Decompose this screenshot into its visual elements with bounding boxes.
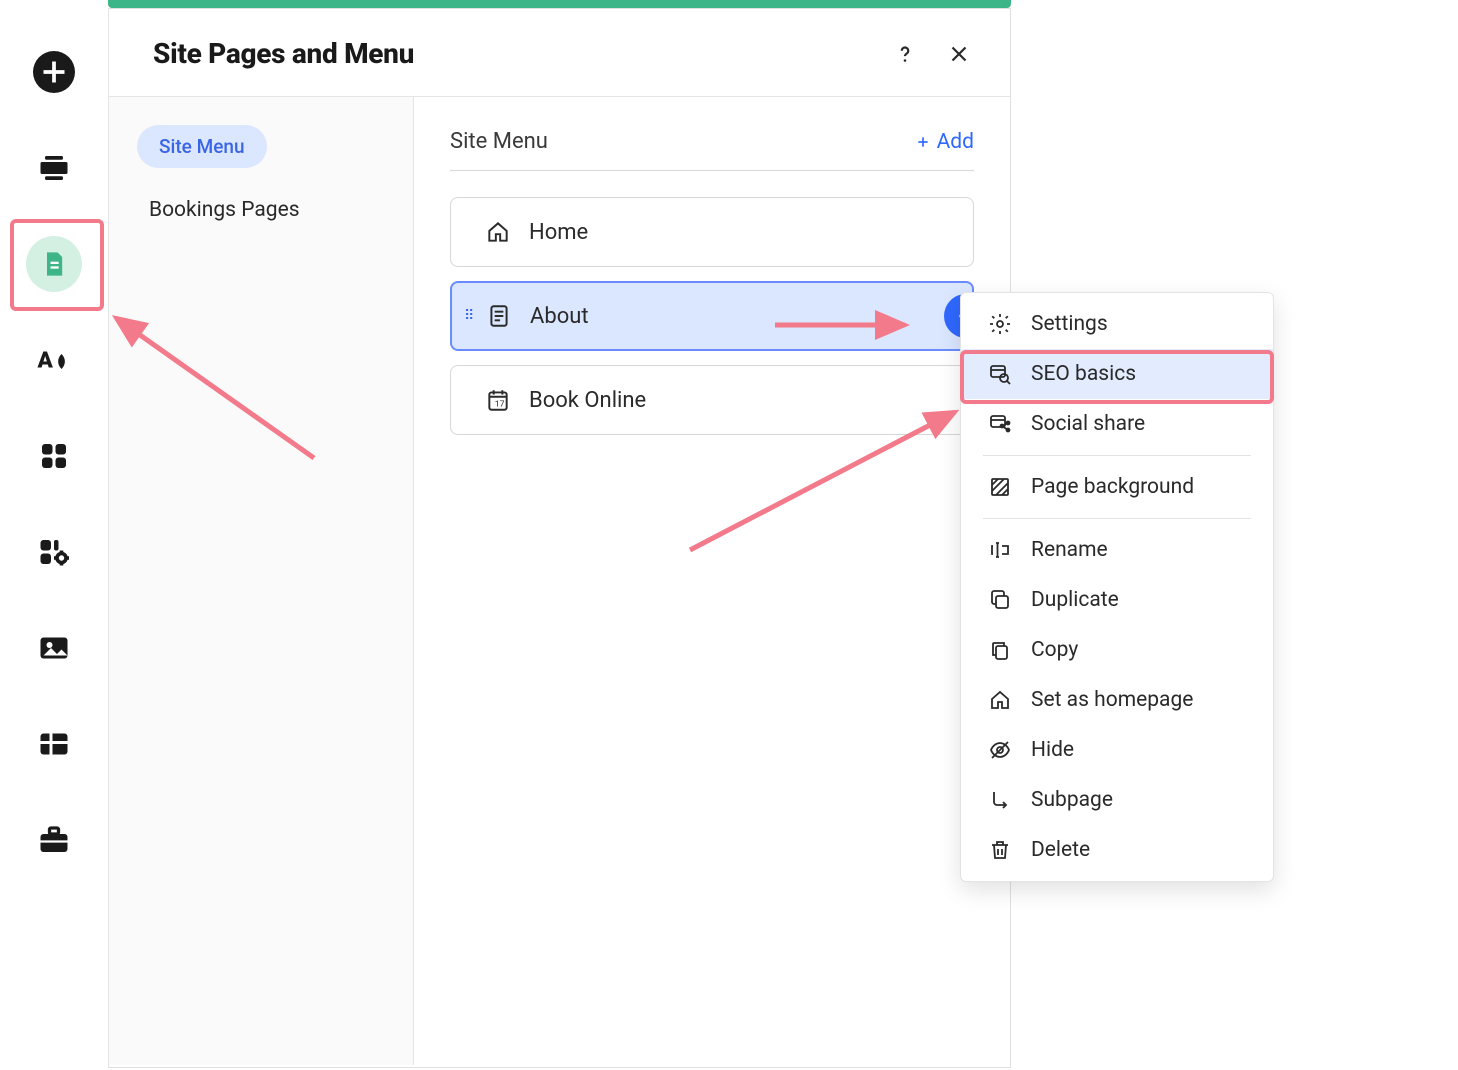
menu-label: Duplicate: [1031, 588, 1119, 612]
menu-item-page-background[interactable]: Page background: [961, 462, 1273, 512]
panel-title: Site Pages and Menu: [153, 37, 414, 70]
grid-icon: [36, 438, 72, 474]
sections-icon: [36, 150, 72, 186]
help-button[interactable]: [892, 41, 918, 67]
menu-label: Set as homepage: [1031, 688, 1193, 712]
menu-item-copy[interactable]: Copy: [961, 625, 1273, 675]
panel-right-content: Site Menu Add Home ⠿: [414, 97, 1010, 1065]
section-title: Site Menu: [450, 129, 548, 154]
page-item-about[interactable]: ⠿ About: [450, 281, 974, 351]
app-settings-button[interactable]: [26, 524, 82, 580]
gear-icon: [987, 312, 1013, 336]
page-label: About: [530, 304, 589, 329]
panel-header: Site Pages and Menu: [109, 9, 1010, 97]
menu-item-subpage[interactable]: Subpage: [961, 775, 1273, 825]
page-context-menu: Settings SEO basics Social share Page ba…: [960, 292, 1274, 882]
share-icon: [987, 412, 1013, 436]
business-button[interactable]: [26, 812, 82, 868]
tab-bookings-pages[interactable]: Bookings Pages: [129, 190, 393, 230]
menu-label: Rename: [1031, 538, 1108, 562]
theme-button[interactable]: A: [26, 332, 82, 388]
page-list: Home ⠿ About 17 Book Online: [450, 197, 974, 435]
page-item-home[interactable]: Home: [450, 197, 974, 267]
add-button[interactable]: [26, 44, 82, 100]
menu-label: Settings: [1031, 312, 1108, 336]
add-page-button[interactable]: Add: [915, 130, 974, 154]
drag-handle-icon[interactable]: ⠿: [464, 308, 474, 324]
trash-icon: [987, 838, 1013, 862]
menu-item-duplicate[interactable]: Duplicate: [961, 575, 1273, 625]
hide-icon: [987, 738, 1013, 762]
menu-separator: [983, 455, 1251, 456]
plus-icon: [36, 54, 72, 90]
close-icon: [946, 41, 972, 67]
home-icon: [485, 219, 511, 245]
seo-icon: [987, 362, 1013, 386]
svg-text:17: 17: [495, 400, 505, 410]
page-doc-icon: [486, 303, 512, 329]
grid-gear-icon: [36, 534, 72, 570]
left-toolbar: A: [0, 0, 108, 1070]
page-label: Book Online: [529, 388, 646, 413]
cms-button[interactable]: [26, 716, 82, 772]
svg-text:A: A: [37, 348, 54, 374]
tab-site-menu[interactable]: Site Menu: [137, 125, 267, 168]
menu-item-set-homepage[interactable]: Set as homepage: [961, 675, 1273, 725]
page-label: Home: [529, 220, 588, 245]
add-label: Add: [937, 130, 974, 154]
background-icon: [987, 475, 1013, 499]
subpage-icon: [987, 788, 1013, 812]
menu-label: Hide: [1031, 738, 1074, 762]
plus-icon: [915, 134, 931, 150]
sections-button[interactable]: [26, 140, 82, 196]
apps-button[interactable]: [26, 428, 82, 484]
help-icon: [892, 41, 918, 67]
copy-icon: [987, 638, 1013, 662]
page-icon: [40, 250, 68, 278]
media-button[interactable]: [26, 620, 82, 676]
panel-left-sidebar: Site Menu Bookings Pages: [109, 97, 414, 1065]
menu-label: SEO basics: [1031, 362, 1136, 386]
menu-label: Page background: [1031, 475, 1194, 499]
menu-label: Social share: [1031, 412, 1145, 436]
pages-panel: Site Pages and Menu Site Menu Bookings P…: [108, 8, 1011, 1068]
calendar-icon: 17: [485, 387, 511, 413]
menu-separator: [983, 518, 1251, 519]
menu-item-seo-basics[interactable]: SEO basics: [961, 349, 1273, 399]
menu-label: Copy: [1031, 638, 1078, 662]
menu-label: Subpage: [1031, 788, 1113, 812]
menu-label: Delete: [1031, 838, 1090, 862]
image-icon: [36, 630, 72, 666]
briefcase-icon: [36, 822, 72, 858]
close-button[interactable]: [946, 41, 972, 67]
menu-item-rename[interactable]: Rename: [961, 525, 1273, 575]
menu-item-hide[interactable]: Hide: [961, 725, 1273, 775]
page-item-book-online[interactable]: 17 Book Online: [450, 365, 974, 435]
menu-item-settings[interactable]: Settings: [961, 299, 1273, 349]
home-icon: [987, 688, 1013, 712]
duplicate-icon: [987, 588, 1013, 612]
menu-item-delete[interactable]: Delete: [961, 825, 1273, 875]
pages-button[interactable]: [26, 236, 82, 292]
rename-icon: [987, 538, 1013, 562]
menu-item-social-share[interactable]: Social share: [961, 399, 1273, 449]
theme-icon: A: [36, 342, 72, 378]
top-accent-bar: [108, 0, 1011, 8]
table-icon: [36, 726, 72, 762]
